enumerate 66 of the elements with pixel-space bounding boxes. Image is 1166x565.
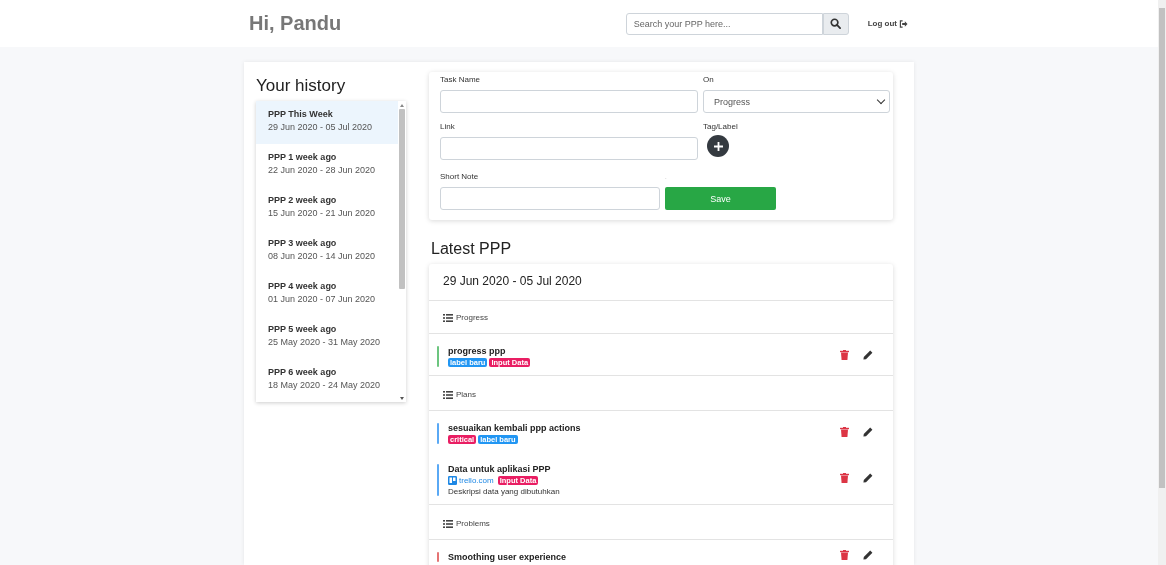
history-item-title: PPP 3 week ago bbox=[268, 238, 338, 248]
search-button[interactable] bbox=[822, 12, 849, 35]
task-title: progress ppp bbox=[448, 346, 507, 356]
history-item-dates: 22 Jun 2020 - 28 Jun 2020 bbox=[268, 165, 377, 175]
history-item[interactable]: PPP 2 week ago 15 Jun 2020 - 21 Jun 2020 bbox=[256, 187, 398, 230]
list-icon bbox=[443, 390, 453, 399]
history-item-title: PPP This Week bbox=[268, 109, 334, 119]
history-item-dates: 29 Jun 2020 - 05 Jul 2020 bbox=[268, 122, 374, 132]
trash-icon[interactable] bbox=[840, 426, 849, 437]
history-item[interactable]: PPP This Week 29 Jun 2020 - 05 Jul 2020 bbox=[256, 101, 398, 144]
trash-icon[interactable] bbox=[840, 550, 849, 560]
history-item-title: PPP 1 week ago bbox=[268, 152, 338, 162]
history-item[interactable]: PPP 5 week ago 25 May 2020 - 31 May 2020 bbox=[256, 316, 398, 359]
scrollbar-thumb[interactable] bbox=[399, 109, 405, 289]
scroll-up-icon[interactable] bbox=[400, 103, 404, 107]
history-item-title: PPP 6 week ago bbox=[268, 367, 338, 377]
task-name-field[interactable] bbox=[440, 90, 698, 113]
section-title: Plans bbox=[456, 390, 476, 399]
scroll-down-icon[interactable] bbox=[400, 396, 404, 400]
history-title: Your history bbox=[256, 76, 347, 96]
list-icon bbox=[443, 519, 453, 528]
history-item[interactable]: PPP 1 week ago 22 Jun 2020 - 28 Jun 2020 bbox=[256, 144, 398, 187]
trash-icon[interactable] bbox=[840, 473, 849, 483]
greeting-heading: Hi, Pandu bbox=[249, 12, 343, 35]
logout-link[interactable]: Log out bbox=[867, 19, 908, 28]
history-item-dates: 25 May 2020 - 31 May 2020 bbox=[268, 337, 382, 347]
field-label: Tag/Label bbox=[703, 122, 739, 132]
on-select[interactable]: Progress bbox=[703, 90, 890, 113]
trash-icon[interactable] bbox=[840, 349, 849, 360]
history-item[interactable]: PPP 6 week ago 18 May 2020 - 24 May 2020 bbox=[256, 359, 398, 402]
field-label: Short Note bbox=[440, 172, 480, 182]
field-label: Link bbox=[440, 122, 456, 132]
pencil-icon[interactable] bbox=[863, 349, 873, 360]
scrollbar-thumb[interactable] bbox=[1159, 8, 1165, 488]
short-note-field[interactable] bbox=[440, 187, 660, 210]
pencil-icon[interactable] bbox=[863, 550, 873, 560]
history-item-title: PPP 2 week ago bbox=[268, 195, 338, 205]
task-title: sesuaikan kembali ppp actions bbox=[448, 423, 582, 433]
search-field[interactable]: Search your PPP here... bbox=[625, 12, 823, 35]
history-item-dates: 08 Jun 2020 - 14 Jun 2020 bbox=[268, 251, 377, 261]
link-field[interactable] bbox=[440, 137, 698, 160]
task-note: Deskripsi data yang dibutuhkan bbox=[448, 487, 561, 496]
task-title: Smoothing user experience bbox=[448, 552, 568, 562]
task-title: Data untuk aplikasi PPP bbox=[448, 464, 552, 474]
week-range: 29 Jun 2020 - 05 Jul 2020 bbox=[429, 264, 893, 301]
board-icon bbox=[448, 476, 457, 485]
history-item-dates: 15 Jun 2020 - 21 Jun 2020 bbox=[268, 208, 377, 218]
task-link[interactable]: trello.com bbox=[448, 476, 494, 485]
history-item[interactable]: PPP 4 week ago 01 Jun 2020 - 07 Jun 2020 bbox=[256, 273, 398, 316]
field-label: On bbox=[703, 75, 715, 85]
history-item-dates: 01 Jun 2020 - 07 Jun 2020 bbox=[268, 294, 377, 304]
history-item-title: PPP 5 week ago bbox=[268, 324, 338, 334]
logout-icon bbox=[899, 19, 908, 28]
plus-icon bbox=[713, 141, 723, 151]
search-icon bbox=[830, 18, 842, 29]
section-title: Problems bbox=[456, 519, 490, 528]
history-item[interactable]: PPP 3 week ago 08 Jun 2020 - 14 Jun 2020 bbox=[256, 230, 398, 273]
latest-title: Latest PPP bbox=[431, 240, 513, 258]
section-title: Progress bbox=[456, 313, 488, 322]
pencil-icon[interactable] bbox=[863, 473, 873, 483]
history-item-dates: 18 May 2020 - 24 May 2020 bbox=[268, 380, 382, 390]
add-tag-button[interactable] bbox=[707, 135, 729, 157]
history-item-title: PPP 4 week ago bbox=[268, 281, 338, 291]
field-label: Task Name bbox=[440, 75, 481, 85]
list-icon bbox=[443, 313, 453, 322]
pencil-icon[interactable] bbox=[863, 426, 873, 437]
